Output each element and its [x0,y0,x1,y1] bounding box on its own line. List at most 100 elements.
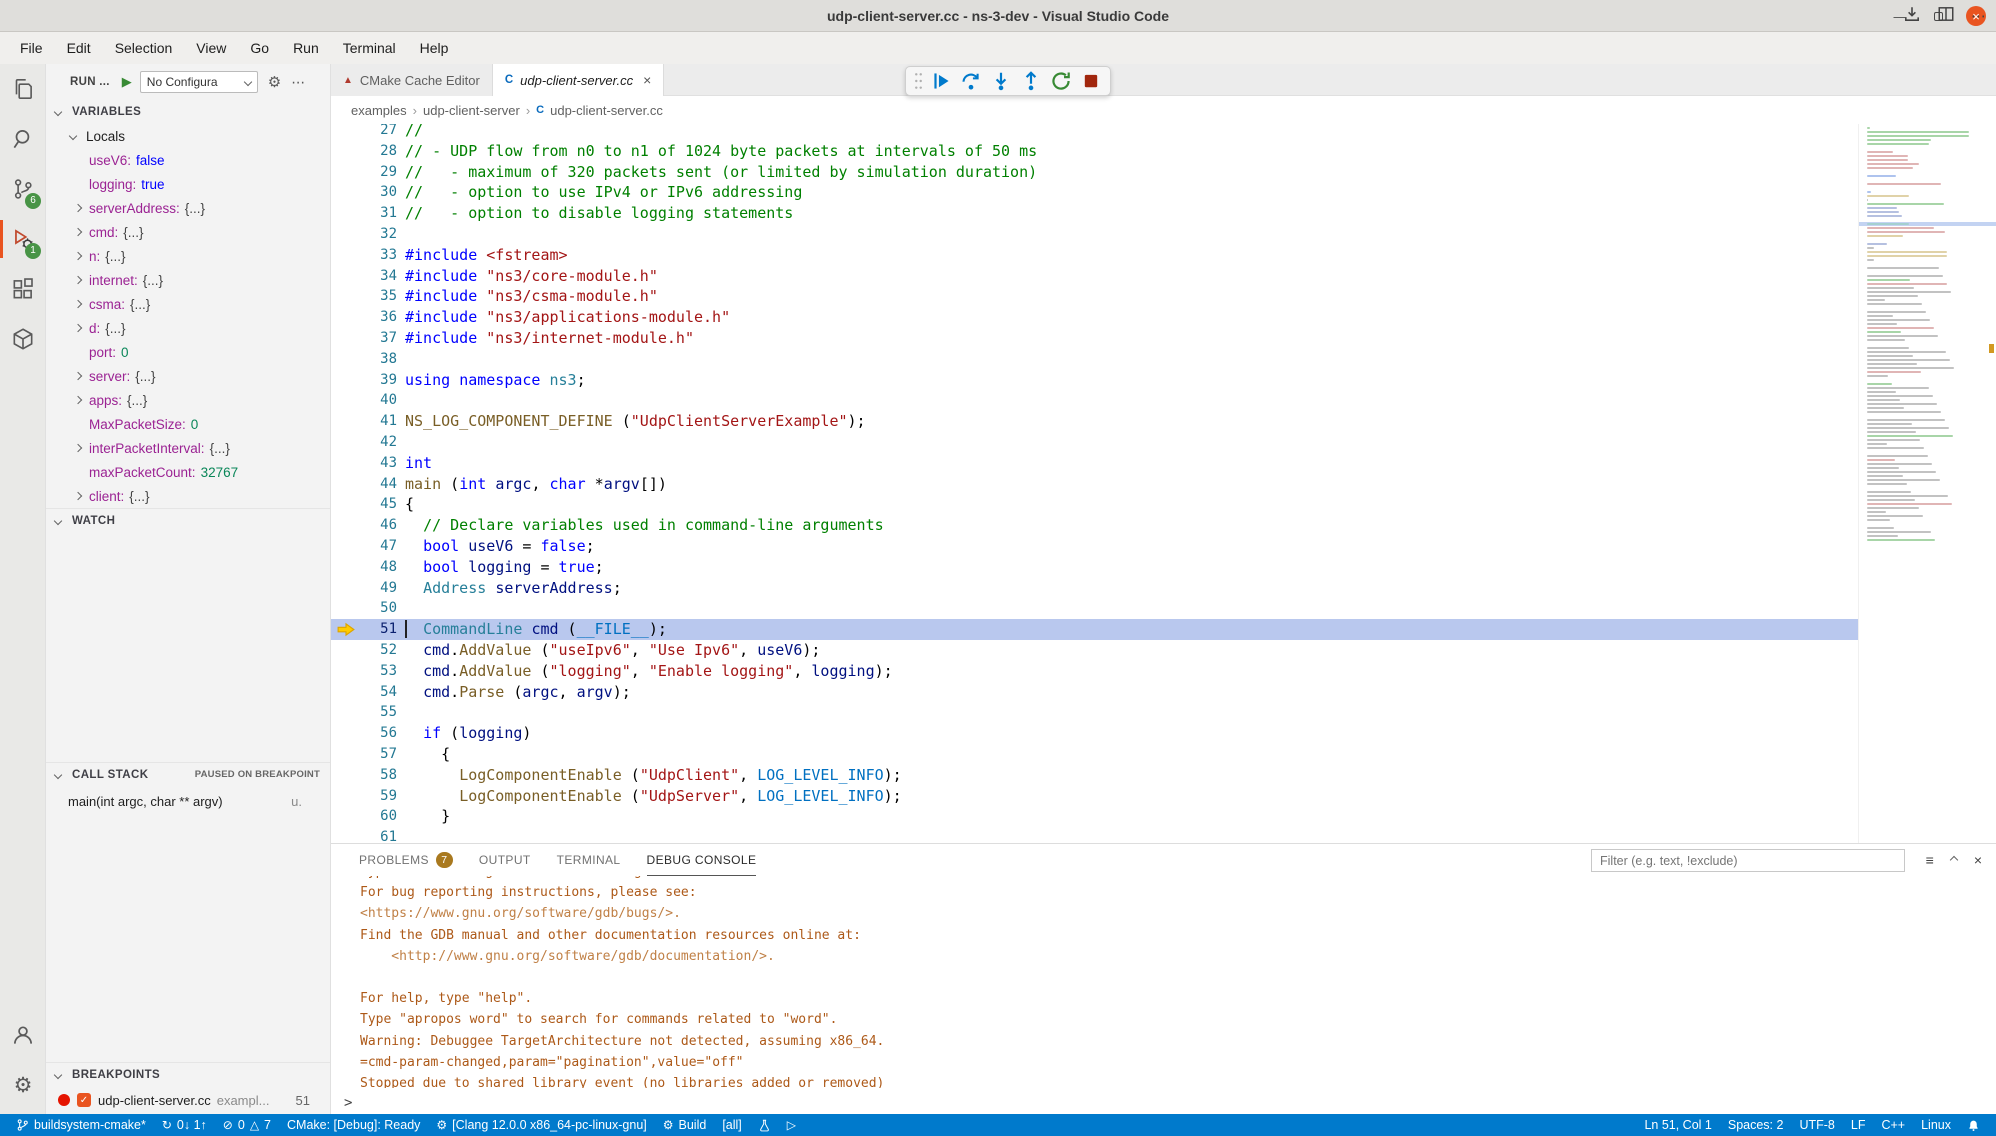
glyph-margin[interactable] [331,411,361,432]
stack-frame-main[interactable]: main(int argc, char ** argv) u. [46,790,330,812]
menu-help[interactable]: Help [408,32,461,64]
source-control-icon[interactable]: 6 [0,164,46,214]
variable-row-maxPacketCount[interactable]: maxPacketCount:32767 [46,460,330,484]
code-line-54[interactable]: 54 cmd.Parse (argc, argv); [331,682,1858,703]
breadcrumb-item[interactable]: examples [351,103,407,118]
code-line-33[interactable]: 33#include <fstream> [331,245,1858,266]
glyph-margin[interactable] [331,453,361,474]
call-stack-section-header[interactable]: CALL STACK PAUSED ON BREAKPOINT [46,762,330,786]
status-item-spaces-2[interactable]: Spaces: 2 [1720,1114,1792,1136]
more-actions-icon[interactable]: ⋯ [291,74,306,91]
glyph-margin[interactable] [331,182,361,203]
code-line-42[interactable]: 42 [331,432,1858,453]
code-line-50[interactable]: 50 [331,598,1858,619]
start-debug-icon[interactable]: ▶ [122,74,132,90]
variable-row-cmd[interactable]: cmd:{...} [46,220,330,244]
glyph-margin[interactable] [331,203,361,224]
menu-selection[interactable]: Selection [103,32,185,64]
glyph-margin[interactable] [331,598,361,619]
account-icon[interactable] [0,1010,46,1060]
code-editor[interactable]: 27//28// - UDP flow from n0 to n1 of 102… [331,124,1996,843]
glyph-margin[interactable] [331,765,361,786]
variable-row-server[interactable]: server:{...} [46,364,330,388]
menu-file[interactable]: File [8,32,55,64]
run-debug-icon[interactable]: 1 [0,214,46,264]
variable-row-port[interactable]: port:0 [46,340,330,364]
status-item-linux[interactable]: Linux [1913,1114,1959,1136]
console-filter-input[interactable] [1591,849,1905,872]
code-line-32[interactable]: 32 [331,224,1858,245]
glyph-margin[interactable] [331,744,361,765]
code-line-31[interactable]: 31// - option to disable logging stateme… [331,203,1858,224]
glyph-margin[interactable] [331,494,361,515]
code-line-36[interactable]: 36#include "ns3/applications-module.h" [331,307,1858,328]
code-line-55[interactable]: 55 [331,702,1858,723]
maximize-panel-icon[interactable] [1950,856,1958,864]
code-line-34[interactable]: 34#include "ns3/core-module.h" [331,266,1858,287]
code-line-44[interactable]: 44main (int argc, char *argv[]) [331,474,1858,495]
minimap[interactable] [1858,124,1996,843]
restart-button[interactable] [1048,68,1074,94]
code-line-57[interactable]: 57 { [331,744,1858,765]
breakpoints-section-header[interactable]: BREAKPOINTS [46,1062,330,1086]
variable-row-client[interactable]: client:{...} [46,484,330,508]
menu-edit[interactable]: Edit [55,32,103,64]
glyph-margin[interactable] [331,307,361,328]
more-actions-icon[interactable]: ⋯ [1971,7,1986,25]
close-tab-icon[interactable]: × [643,72,651,88]
variable-row-csma[interactable]: csma:{...} [46,292,330,316]
configure-gear-icon[interactable]: ⚙ [268,73,281,91]
code-line-40[interactable]: 40 [331,390,1858,411]
status-item--clang-12-0-0-x86-64-pc-linux-gnu-[interactable]: ⚙[Clang 12.0.0 x86_64-pc-linux-gnu] [428,1114,654,1136]
code-line-59[interactable]: 59 LogComponentEnable ("UdpServer", LOG_… [331,786,1858,807]
status-item--all-[interactable]: [all] [714,1114,749,1136]
variable-row-d[interactable]: d:{...} [46,316,330,340]
status-item-cmake-debug-ready[interactable]: CMake: [Debug]: Ready [279,1114,428,1136]
glyph-margin[interactable] [331,349,361,370]
code-line-29[interactable]: 29// - maximum of 320 packets sent (or l… [331,162,1858,183]
glyph-margin[interactable] [331,266,361,287]
glyph-margin[interactable] [331,515,361,536]
panel-tab-terminal[interactable]: TERMINAL [557,844,621,876]
glyph-margin[interactable] [331,806,361,827]
step-over-button[interactable] [958,68,984,94]
explorer-icon[interactable] [0,64,46,114]
code-line-46[interactable]: 46 // Declare variables used in command-… [331,515,1858,536]
code-line-43[interactable]: 43int [331,453,1858,474]
settings-gear-icon[interactable]: ⚙ [0,1060,46,1110]
stop-button[interactable] [1078,68,1104,94]
glyph-margin[interactable] [331,682,361,703]
menu-terminal[interactable]: Terminal [331,32,408,64]
status-item-flask[interactable] [750,1114,779,1136]
glyph-margin[interactable] [331,390,361,411]
code-line-37[interactable]: 37#include "ns3/internet-module.h" [331,328,1858,349]
breadcrumb-item[interactable]: udp-client-server [423,103,520,118]
status-item-play[interactable]: ▷ [779,1114,804,1136]
variable-row-useV6[interactable]: useV6:false [46,148,330,172]
status-item-0-1-[interactable]: ↻0↓ 1↑ [154,1114,215,1136]
variable-row-interPacketInterval[interactable]: interPacketInterval:{...} [46,436,330,460]
code-line-28[interactable]: 28// - UDP flow from n0 to n1 of 1024 by… [331,141,1858,162]
status-item-bell[interactable] [1959,1114,1988,1136]
breakpoint-checkbox[interactable]: ✓ [77,1093,91,1107]
package-icon[interactable] [0,314,46,364]
glyph-margin[interactable] [331,786,361,807]
status-item-buildsystem-cmake-[interactable]: buildsystem-cmake* [8,1114,154,1136]
code-line-52[interactable]: 52 cmd.AddValue ("useIpv6", "Use Ipv6", … [331,640,1858,661]
panel-tab-debug-console[interactable]: DEBUG CONSOLE [647,844,757,876]
close-panel-icon[interactable]: × [1974,852,1982,868]
console-prompt[interactable]: > [344,1095,352,1111]
glyph-margin[interactable] [331,640,361,661]
code-line-35[interactable]: 35#include "ns3/csma-module.h" [331,286,1858,307]
code-line-58[interactable]: 58 LogComponentEnable ("UdpClient", LOG_… [331,765,1858,786]
status-item-lf[interactable]: LF [1843,1114,1874,1136]
debug-config-dropdown[interactable]: No Configura [140,71,258,93]
code-line-41[interactable]: 41NS_LOG_COMPONENT_DEFINE ("UdpClientSer… [331,411,1858,432]
code-line-53[interactable]: 53 cmd.AddValue ("logging", "Enable logg… [331,661,1858,682]
glyph-margin[interactable] [331,141,361,162]
code-line-61[interactable]: 61 [331,827,1858,843]
status-item-c++[interactable]: C++ [1873,1114,1913,1136]
variable-row-MaxPacketSize[interactable]: MaxPacketSize:0 [46,412,330,436]
glyph-margin[interactable] [331,245,361,266]
glyph-margin[interactable] [331,827,361,843]
